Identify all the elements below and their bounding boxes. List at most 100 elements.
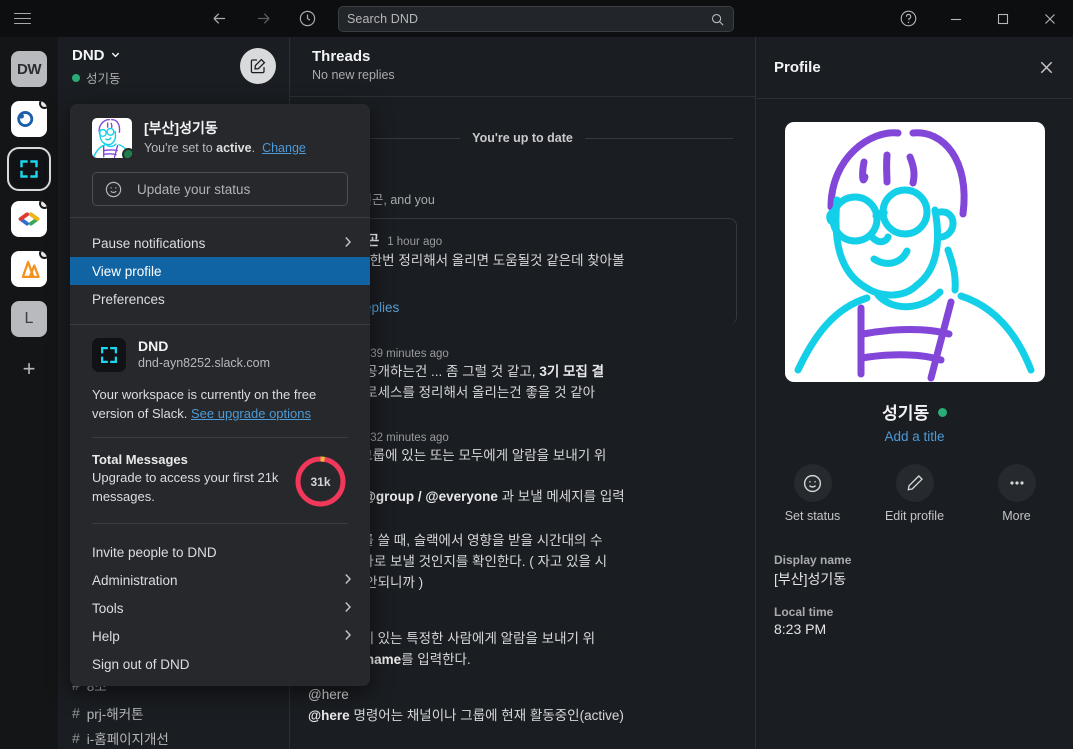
window-controls <box>885 0 1073 37</box>
local-time-label: Local time <box>774 605 834 619</box>
presence-dot <box>122 148 132 158</box>
unread-badge <box>39 101 47 109</box>
profile-name: 성기동 <box>882 404 930 423</box>
chevron-right-icon <box>344 629 352 644</box>
menu-item-label: Administration <box>92 572 178 588</box>
update-status-placeholder: Update your status <box>137 181 251 197</box>
workspace-icon-l[interactable]: L <box>11 301 47 337</box>
presence-dot <box>72 73 80 82</box>
back-arrow-icon[interactable] <box>206 6 232 32</box>
status-suffix: . <box>251 141 256 155</box>
minimize-icon[interactable] <box>932 0 979 37</box>
edit-profile-button[interactable]: Edit profile <box>877 464 953 523</box>
edit-profile-label: Edit profile <box>884 509 945 523</box>
menu-workspace-info: DND dnd-ayn8252.slack.com <box>138 338 270 370</box>
history-nav-group <box>206 6 320 32</box>
total-messages-block: Total Messages Upgrade to access your fi… <box>70 452 370 509</box>
message-body: 대 채널 / 그룹에 있는 또는 모두에게 알람을 보내기 위 <box>308 448 607 463</box>
profile-fields: Display name [부산]성기동 Local time 8:23 PM <box>756 523 1073 637</box>
message-body: hannel / @group / @everyone 과 보낼 메세지를 입력… <box>308 489 625 525</box>
threads-header: Threads No new replies <box>290 37 755 97</box>
search-placeholder: Search DND <box>347 12 419 26</box>
sidebar-item-channel[interactable]: # i-홈페이지개선 <box>72 727 290 749</box>
message-header: 울]김성준 39 minutes ago <box>308 341 737 361</box>
avatar[interactable] <box>784 122 1045 382</box>
total-messages-text: Total Messages Upgrade to access your fi… <box>92 452 283 506</box>
menu-workspace-name: DND <box>138 338 169 354</box>
menu-workspace-row[interactable]: DND dnd-ayn8252.slack.com <box>70 336 370 372</box>
total-messages-value: 31k <box>310 474 331 489</box>
profile-name-row: 성기동 <box>756 399 1073 424</box>
workspace-icon-orange-circle[interactable] <box>11 101 47 137</box>
menu-item-preferences[interactable]: Preferences <box>70 285 370 313</box>
avatar[interactable] <box>92 118 132 158</box>
set-status-button[interactable]: Set status <box>775 464 851 523</box>
message-row[interactable]: 울]손현곤 1 hour ago 랙 태그 한번 정리해서 올리면 도움될것 같… <box>309 229 736 292</box>
workspace-initials-dw: DW <box>17 60 42 78</box>
profile-header: Profile <box>756 37 1073 99</box>
sidebar-user-name: 성기동 <box>86 72 121 86</box>
unread-badge <box>39 201 47 209</box>
maximize-icon[interactable] <box>979 0 1026 37</box>
compose-pencil-icon <box>250 58 266 74</box>
more-button[interactable]: More <box>979 464 1055 523</box>
message-body: 런 명령어를 쓸 때, 슬랙에서 영향을 받을 시간대의 수 알려주며 바로 보낼… <box>308 533 608 590</box>
see-upgrade-options-link[interactable]: See upgrade options <box>191 406 311 421</box>
help-circle-icon[interactable] <box>885 0 932 37</box>
sidebar-item-channel[interactable]: # prj-해커톤 <box>72 699 290 727</box>
message-timestamp: 39 minutes ago <box>370 348 449 360</box>
mountain-logo-icon <box>21 260 40 279</box>
workspace-icon-mountain[interactable] <box>11 251 47 287</box>
thread-card[interactable]: 울]손현곤 1 hour ago 랙 태그 한번 정리해서 올리면 도움될것 같… <box>308 218 737 325</box>
menu-divider <box>70 324 370 325</box>
workspace-icon-code-arrows[interactable] <box>11 201 47 237</box>
free-plan-notice: Your workspace is currently on the free … <box>70 372 370 423</box>
workspace-icon-dw[interactable]: DW <box>11 51 47 87</box>
menu-divider <box>92 523 348 524</box>
hash-icon: # <box>72 730 80 746</box>
page-title: Threads <box>312 48 371 65</box>
profile-panel-title: Profile <box>774 59 821 76</box>
smiley-icon <box>104 180 123 199</box>
plus-icon: + <box>22 356 36 381</box>
menu-item-label: Preferences <box>92 291 165 307</box>
add-title-link[interactable]: Add a title <box>756 429 1073 444</box>
menu-item-view-profile[interactable]: View profile <box>70 257 370 285</box>
hamburger-icon[interactable] <box>0 0 44 37</box>
set-status-label: Set status <box>784 509 841 523</box>
forward-arrow-icon[interactable] <box>250 6 276 32</box>
chevron-down-icon <box>110 47 121 64</box>
message-timestamp: 32 minutes ago <box>370 432 449 444</box>
close-icon[interactable] <box>1038 59 1055 76</box>
more-label: More <box>1002 509 1031 523</box>
message-body: @here @here 명령어는 채널이나 그룹에 현재 활동중인(active) <box>308 687 624 723</box>
sidebar-header[interactable]: DND 성기동 <box>58 37 289 99</box>
dnd-bracket-logo-icon <box>101 347 117 363</box>
workspace-rail: DW L + <box>0 37 58 749</box>
search-input[interactable]: Search DND <box>338 6 734 32</box>
update-status-input[interactable]: Update your status <box>92 172 348 206</box>
menu-item-invite-people[interactable]: Invite people to DND <box>70 538 370 566</box>
message-block: @here @here 명령어는 채널이나 그룹에 현재 활동중인(active) <box>290 684 755 726</box>
menu-item-tools[interactable]: Tools <box>70 594 370 622</box>
menu-workspace-url: dnd-ayn8252.slack.com <box>138 356 271 370</box>
workspace-icon-dnd[interactable] <box>7 147 51 191</box>
menu-item-administration[interactable]: Administration <box>70 566 370 594</box>
menu-item-pause-notifications[interactable]: Pause notifications <box>70 229 370 257</box>
compose-button[interactable] <box>240 48 276 84</box>
smiley-icon <box>793 464 832 502</box>
clock-history-icon[interactable] <box>294 6 320 32</box>
display-name-value: [부산]성기동 <box>774 571 847 587</box>
close-icon[interactable] <box>1026 0 1073 37</box>
more-replies-link[interactable]: more replies <box>309 292 736 325</box>
title-bar: Search DND <box>0 0 1073 37</box>
message-timestamp: 1 hour ago <box>387 236 443 248</box>
menu-item-sign-out[interactable]: Sign out of DND <box>70 650 370 678</box>
change-status-link[interactable]: Change <box>262 141 306 155</box>
add-workspace-button[interactable]: + <box>11 351 47 387</box>
workspace-icon-dnd <box>92 338 126 372</box>
menu-item-help[interactable]: Help <box>70 622 370 650</box>
channel-label: i-홈페이지개선 <box>86 732 169 747</box>
profile-actions: Set status Edit profile More <box>756 464 1073 523</box>
chevron-right-icon <box>344 573 352 588</box>
